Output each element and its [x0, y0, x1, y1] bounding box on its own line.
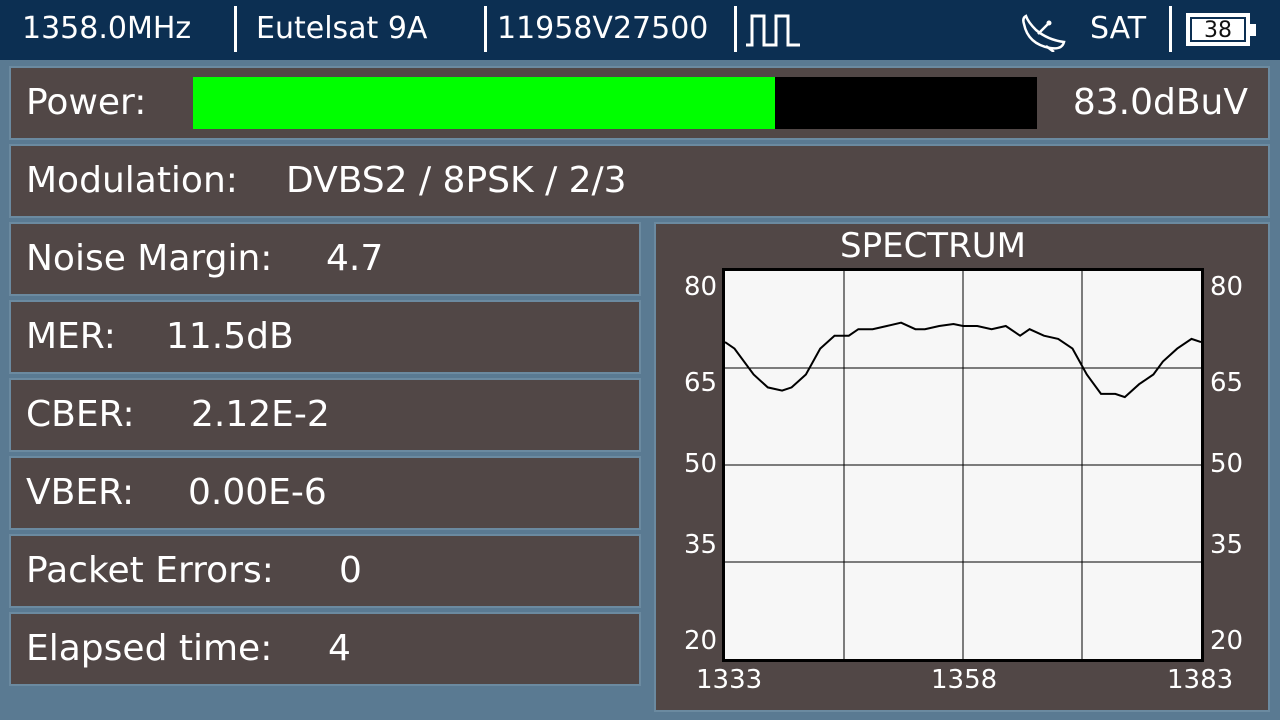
battery-tip — [1250, 24, 1256, 36]
square-wave-icon — [746, 14, 800, 47]
divider — [234, 6, 237, 52]
packet-errors-panel[interactable]: Packet Errors: 0 — [9, 534, 641, 608]
y-tick-right: 35 — [1210, 530, 1244, 560]
power-bar — [193, 77, 1037, 129]
cber-panel[interactable]: CBER: 2.12E-2 — [9, 378, 641, 452]
x-tick: 1333 — [696, 665, 763, 695]
y-tick-right: 65 — [1210, 368, 1244, 398]
mode-label[interactable]: SAT — [1090, 0, 1146, 60]
y-tick-left: 50 — [684, 449, 718, 479]
divider — [1169, 6, 1172, 52]
transponder-readout[interactable]: 11958V27500 — [497, 0, 708, 60]
noise-margin-label: Noise Margin: — [26, 238, 273, 279]
spectrum-plot[interactable] — [722, 268, 1204, 662]
modulation-label: Modulation: — [26, 160, 238, 201]
mer-panel[interactable]: MER: 11.5dB — [9, 300, 641, 374]
mer-label: MER: — [26, 316, 116, 357]
packet-errors-value: 0 — [339, 550, 362, 591]
y-tick-left: 65 — [684, 368, 718, 398]
y-tick-right: 50 — [1210, 449, 1244, 479]
modulation-panel: Modulation: DVBS2 / 8PSK / 2/3 — [9, 144, 1270, 218]
x-tick: 1383 — [1167, 665, 1234, 695]
status-bar: 1358.0MHz Eutelsat 9A 11958V27500 SAT 38 — [0, 0, 1280, 60]
y-tick-left: 20 — [684, 626, 718, 656]
power-label: Power: — [26, 82, 147, 123]
vber-label: VBER: — [26, 472, 135, 513]
cber-label: CBER: — [26, 394, 135, 435]
spectrum-title: SPECTRUM — [840, 226, 1026, 266]
elapsed-time-panel[interactable]: Elapsed time: 4 — [9, 612, 641, 686]
packet-errors-label: Packet Errors: — [26, 550, 274, 591]
modulation-value: DVBS2 / 8PSK / 2/3 — [286, 160, 627, 201]
power-value: 83.0dBuV — [1072, 82, 1248, 123]
y-tick-left: 80 — [684, 272, 718, 302]
vber-value: 0.00E-6 — [188, 472, 327, 513]
elapsed-time-value: 4 — [328, 628, 351, 669]
cber-value: 2.12E-2 — [191, 394, 330, 435]
mer-value: 11.5dB — [166, 316, 294, 357]
noise-margin-value: 4.7 — [326, 238, 384, 279]
satellite-name[interactable]: Eutelsat 9A — [256, 0, 427, 60]
battery-indicator: 38 — [1186, 13, 1256, 46]
frequency-readout[interactable]: 1358.0MHz — [22, 0, 191, 60]
divider — [734, 6, 737, 52]
y-tick-right: 20 — [1210, 626, 1244, 656]
x-tick: 1358 — [931, 665, 998, 695]
vber-panel[interactable]: VBER: 0.00E-6 — [9, 456, 641, 530]
noise-margin-panel[interactable]: Noise Margin: 4.7 — [9, 222, 641, 296]
divider — [484, 6, 487, 52]
power-bar-fill — [193, 77, 776, 129]
y-tick-right: 80 — [1210, 272, 1244, 302]
y-tick-left: 35 — [684, 530, 718, 560]
elapsed-time-label: Elapsed time: — [26, 628, 273, 669]
satellite-dish-icon — [1022, 14, 1066, 52]
battery-level: 38 — [1190, 17, 1246, 43]
